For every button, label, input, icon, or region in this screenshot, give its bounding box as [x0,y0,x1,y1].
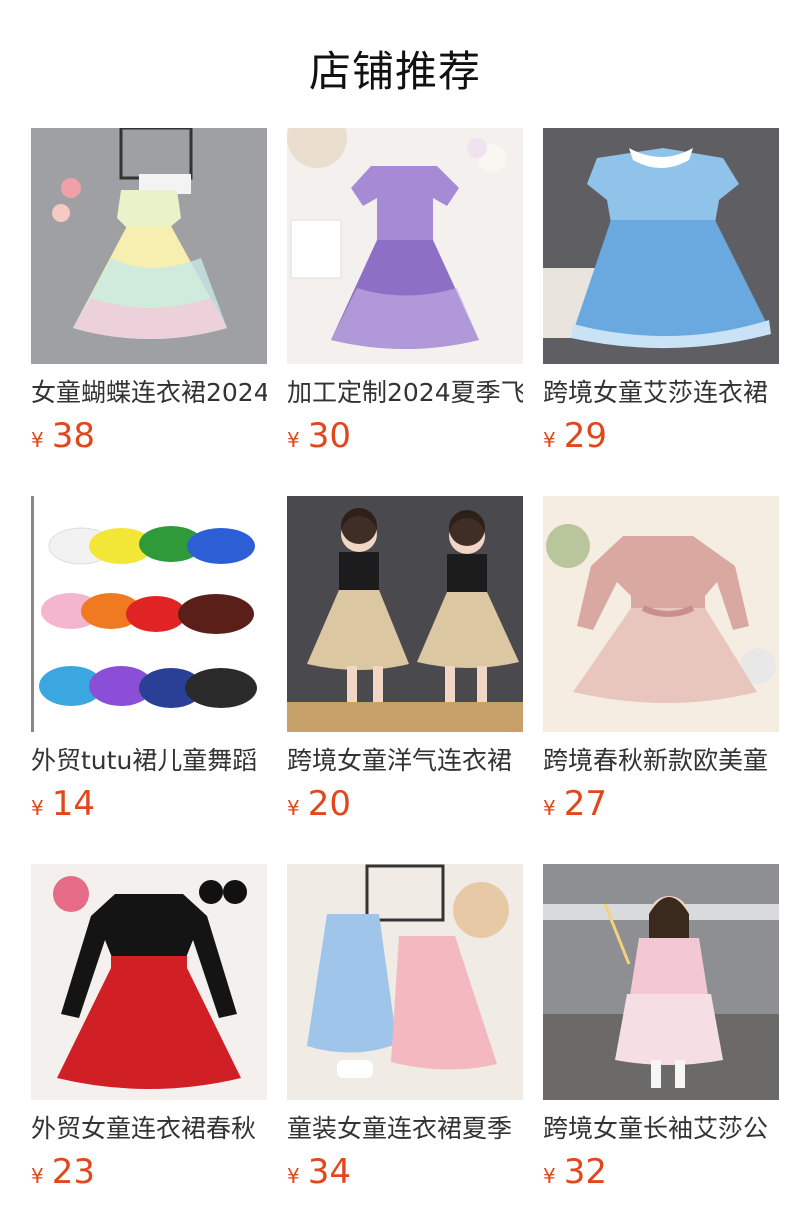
currency-symbol: ¥ [287,1164,300,1188]
product-name[interactable]: 跨境女童长袖艾莎公 [543,1112,779,1146]
product-price: ¥27 [543,784,607,824]
product-image[interactable] [287,128,523,364]
section-title: 店铺推荐 [308,47,481,96]
currency-symbol: ¥ [287,796,300,820]
currency-symbol: ¥ [287,428,300,452]
product-name[interactable]: 跨境春秋新款欧美童 [543,744,779,778]
currency-symbol: ¥ [543,796,556,820]
product-image[interactable] [31,128,267,364]
product-name[interactable]: 外贸女童连衣裙春秋 [31,1112,267,1146]
product-image[interactable] [287,496,523,732]
product-price: ¥38 [31,416,95,456]
currency-symbol: ¥ [31,1164,44,1188]
product-price: ¥23 [31,1152,95,1192]
product-image[interactable] [31,496,267,732]
product-price: ¥30 [287,416,351,456]
price-value: 29 [563,416,607,456]
product-price: ¥20 [287,784,351,824]
product-price: ¥34 [287,1152,351,1192]
product-name[interactable]: 跨境女童艾莎连衣裙 [543,376,779,410]
price-value: 32 [563,1152,607,1192]
currency-symbol: ¥ [543,428,556,452]
currency-symbol: ¥ [31,428,44,452]
currency-symbol: ¥ [31,796,44,820]
price-value: 27 [563,784,607,824]
product-image[interactable] [543,496,779,732]
product-image[interactable] [543,128,779,364]
price-value: 38 [51,416,95,456]
price-value: 14 [51,784,95,824]
price-value: 30 [307,416,351,456]
product-name[interactable]: 跨境女童洋气连衣裙 [287,744,523,778]
currency-symbol: ¥ [543,1164,556,1188]
product-price: ¥29 [543,416,607,456]
price-value: 20 [307,784,351,824]
product-image[interactable] [287,864,523,1100]
product-price: ¥14 [31,784,95,824]
product-name[interactable]: 女童蝴蝶连衣裙2024 [31,376,267,410]
product-image[interactable] [31,864,267,1100]
product-name[interactable]: 外贸tutu裙儿童舞蹈 [31,744,267,778]
product-name[interactable]: 童装女童连衣裙夏季 [287,1112,523,1146]
price-value: 34 [307,1152,351,1192]
product-name[interactable]: 加工定制2024夏季飞 [287,376,523,410]
product-image[interactable] [543,864,779,1100]
product-price: ¥32 [543,1152,607,1192]
price-value: 23 [51,1152,95,1192]
